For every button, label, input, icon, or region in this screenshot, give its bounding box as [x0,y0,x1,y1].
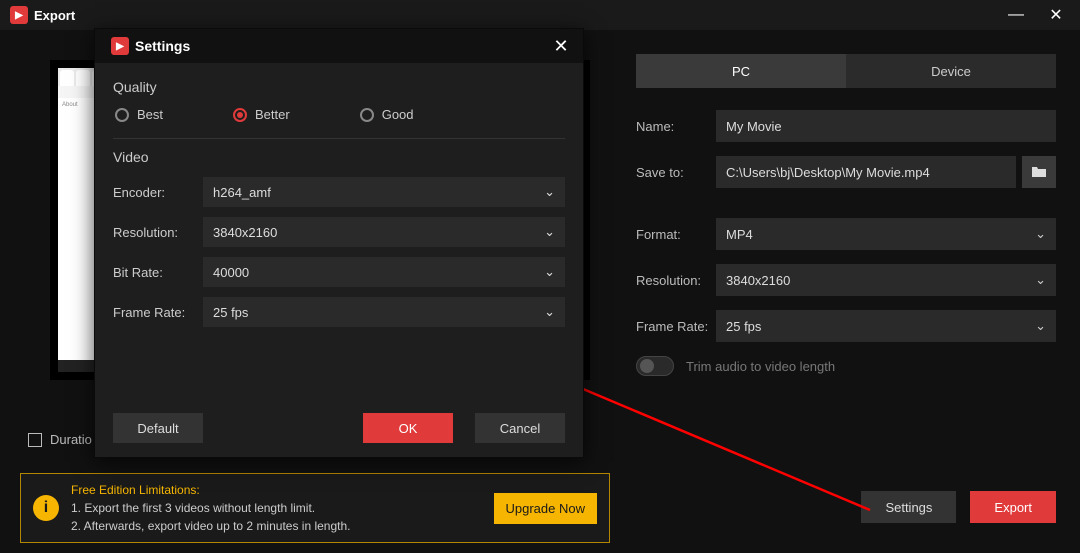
modal-res-select[interactable]: 3840x2160⌄ [203,217,565,247]
name-label: Name: [636,119,716,134]
minimize-button[interactable]: — [996,0,1036,30]
res-select[interactable]: 3840x2160⌄ [716,264,1056,296]
format-select[interactable]: MP4⌄ [716,218,1056,250]
name-input[interactable]: My Movie [716,110,1056,142]
app-icon: ▶ [10,6,28,24]
bitrate-select[interactable]: 40000⌄ [203,257,565,287]
chevron-down-icon: ⌄ [1035,318,1046,334]
saveto-input[interactable]: C:\Users\bj\Desktop\My Movie.mp4 [716,156,1016,188]
duration-icon [28,433,42,447]
chevron-down-icon: ⌄ [544,304,555,320]
dialog-close-button[interactable]: ✕ [549,36,573,57]
free-edition-notice: i Free Edition Limitations: 1. Export th… [20,473,610,543]
chevron-down-icon: ⌄ [1035,272,1046,288]
res-label: Resolution: [636,273,716,288]
modal-fps-label: Frame Rate: [113,305,203,320]
notice-line1: 1. Export the first 3 videos without len… [71,499,482,517]
tab-pc[interactable]: PC [636,54,846,88]
modal-fps-select[interactable]: 25 fps⌄ [203,297,565,327]
trim-audio-label: Trim audio to video length [686,359,835,374]
ok-button[interactable]: OK [363,413,453,443]
tab-device[interactable]: Device [846,54,1056,88]
quality-good-radio[interactable]: Good [360,107,414,122]
browse-button[interactable] [1022,156,1056,188]
duration-label: Duratio [28,432,92,447]
encoder-label: Encoder: [113,185,203,200]
notice-heading: Free Edition Limitations: [71,481,482,499]
export-button[interactable]: Export [970,491,1056,523]
encoder-select[interactable]: h264_amf⌄ [203,177,565,207]
quality-better-radio[interactable]: Better [233,107,290,122]
quality-heading: Quality [113,79,565,95]
platform-tabs: PC Device [636,54,1056,88]
cancel-button[interactable]: Cancel [475,413,565,443]
chevron-down-icon: ⌄ [544,184,555,200]
settings-dialog: ▶ Settings ✕ Quality Best Better Good Vi… [94,28,584,458]
upgrade-button[interactable]: Upgrade Now [494,493,598,524]
export-panel: PC Device Name: My Movie Save to: C:\Use… [620,30,1080,553]
fps-select[interactable]: 25 fps⌄ [716,310,1056,342]
folder-icon [1031,166,1047,178]
default-button[interactable]: Default [113,413,203,443]
close-button[interactable]: ✕ [1036,0,1076,30]
video-heading: Video [113,149,565,165]
bitrate-label: Bit Rate: [113,265,203,280]
format-label: Format: [636,227,716,242]
titlebar: ▶ Export — ✕ [0,0,1080,30]
info-icon: i [33,495,59,521]
window-title: Export [34,8,75,23]
chevron-down-icon: ⌄ [544,264,555,280]
trim-audio-toggle[interactable] [636,356,674,376]
app-icon: ▶ [111,37,129,55]
settings-button[interactable]: Settings [861,491,956,523]
chevron-down-icon: ⌄ [544,224,555,240]
chevron-down-icon: ⌄ [1035,226,1046,242]
fps-label: Frame Rate: [636,319,716,334]
notice-line2: 2. Afterwards, export video up to 2 minu… [71,517,482,535]
saveto-label: Save to: [636,165,716,180]
modal-res-label: Resolution: [113,225,203,240]
dialog-title: Settings [135,38,190,54]
quality-best-radio[interactable]: Best [115,107,163,122]
duration-text: Duratio [50,432,92,447]
